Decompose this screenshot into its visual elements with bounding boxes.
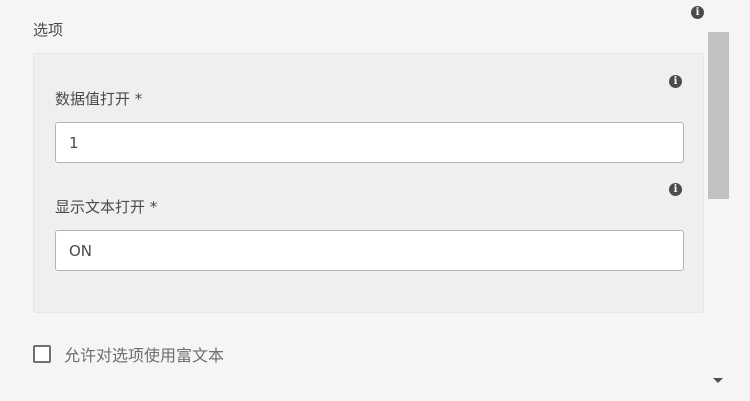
display-text-on-input[interactable] [55, 230, 684, 271]
rich-text-checkbox-label[interactable]: 允许对选项使用富文本 [64, 342, 224, 366]
info-icon[interactable]: i [669, 183, 682, 196]
options-dialog: 选项 i i 数据值打开 * i 显示文本打开 * 允许对选项使用富文本 [0, 0, 750, 401]
info-icon[interactable]: i [669, 75, 682, 88]
rich-text-checkbox-row[interactable]: 允许对选项使用富文本 [33, 343, 224, 365]
scrollbar-thumb[interactable] [708, 32, 729, 199]
data-value-on-label: 数据值打开 * [55, 90, 143, 108]
rich-text-checkbox[interactable] [33, 345, 51, 363]
info-icon[interactable]: i [691, 6, 704, 19]
data-value-on-input[interactable] [55, 122, 684, 163]
display-text-on-label: 显示文本打开 * [55, 198, 158, 216]
section-title: 选项 [33, 21, 64, 39]
scroll-down-arrow-icon[interactable] [713, 378, 723, 383]
